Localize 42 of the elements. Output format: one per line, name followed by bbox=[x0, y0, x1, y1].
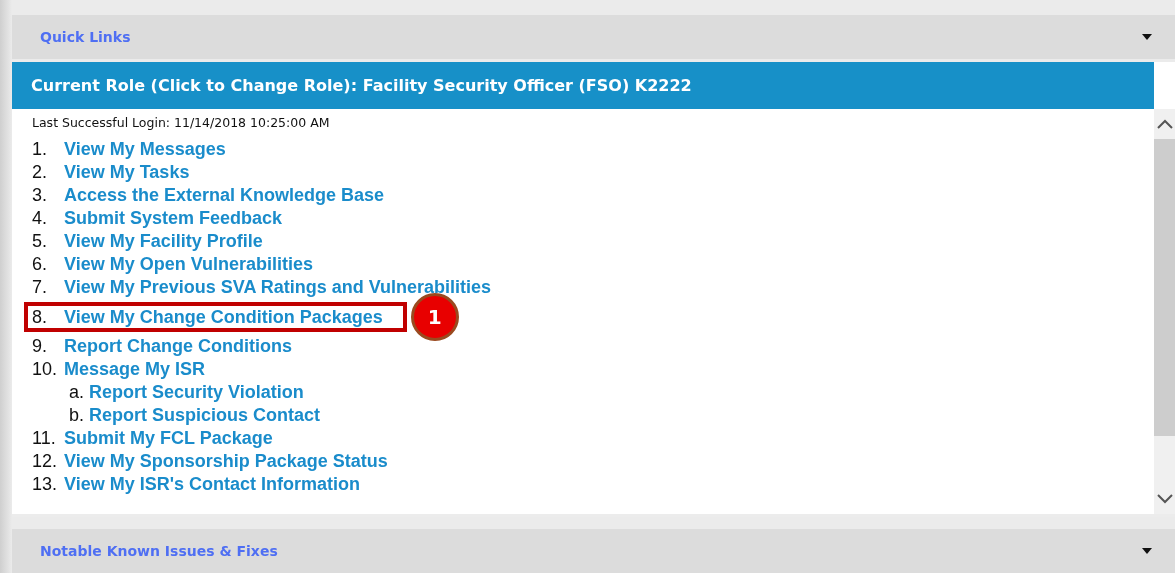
list-number: 9. bbox=[32, 336, 48, 357]
quick-link[interactable]: Report Suspicious Contact bbox=[89, 405, 321, 426]
list-number: 10. bbox=[32, 359, 59, 380]
scroll-up-icon[interactable] bbox=[1156, 119, 1173, 129]
section-title: Notable Known Issues & Fixes bbox=[40, 543, 278, 559]
list-number: 4. bbox=[32, 208, 48, 229]
callout-badge: 1 bbox=[410, 293, 459, 341]
last-login-text: Last Successful Login: 11/14/2018 10:25:00 AM bbox=[32, 115, 331, 130]
list-number: a. bbox=[69, 382, 85, 403]
quick-link[interactable]: View My ISR's Contact Information bbox=[64, 474, 360, 495]
list-number: 6. bbox=[32, 254, 48, 275]
list-number: 7. bbox=[32, 277, 48, 298]
list-number: 5. bbox=[32, 231, 48, 252]
list-number: 2. bbox=[32, 162, 48, 183]
caret-icon bbox=[1142, 548, 1152, 554]
quick-link[interactable]: Report Change Conditions bbox=[64, 336, 292, 357]
quick-link[interactable]: View My Facility Profile bbox=[64, 231, 263, 252]
quick-link[interactable]: Report Security Violation bbox=[89, 382, 304, 403]
quick-link[interactable]: Submit System Feedback bbox=[64, 208, 283, 229]
section-title: Quick Links bbox=[40, 29, 131, 45]
role-bar[interactable]: Current Role (Click to Change Role): Facility Security Officer (FSO) K2222 bbox=[12, 62, 1154, 109]
quick-link[interactable]: View My Tasks bbox=[64, 162, 190, 183]
quick-link[interactable]: View My Change Condition Packages bbox=[64, 306, 383, 328]
caret-icon bbox=[1142, 34, 1152, 40]
quick-link[interactable]: Submit My FCL Package bbox=[64, 428, 273, 449]
list-number: b. bbox=[69, 405, 85, 426]
list-number: 1. bbox=[32, 139, 48, 160]
quick-link[interactable]: View My Sponsorship Package Status bbox=[64, 451, 388, 472]
section-header[interactable]: Quick Links bbox=[12, 15, 1175, 59]
scroll-down-icon[interactable] bbox=[1156, 494, 1173, 504]
list-number: 3. bbox=[32, 185, 48, 206]
list-number: 12. bbox=[32, 451, 59, 472]
quick-link[interactable]: Access the External Knowledge Base bbox=[64, 185, 385, 206]
list-number: 8. bbox=[32, 306, 48, 328]
quick-link[interactable]: Message My ISR bbox=[64, 359, 206, 380]
scrollbar[interactable] bbox=[1154, 109, 1175, 514]
quick-link[interactable]: View My Open Vulnerabilities bbox=[64, 254, 314, 275]
scroll-thumb[interactable] bbox=[1154, 139, 1175, 436]
quick-link[interactable]: View My Messages bbox=[64, 139, 226, 160]
list-number: 13. bbox=[32, 474, 59, 495]
list-number: 11. bbox=[32, 428, 57, 449]
section-header[interactable]: Notable Known Issues & Fixes bbox=[12, 529, 1175, 573]
